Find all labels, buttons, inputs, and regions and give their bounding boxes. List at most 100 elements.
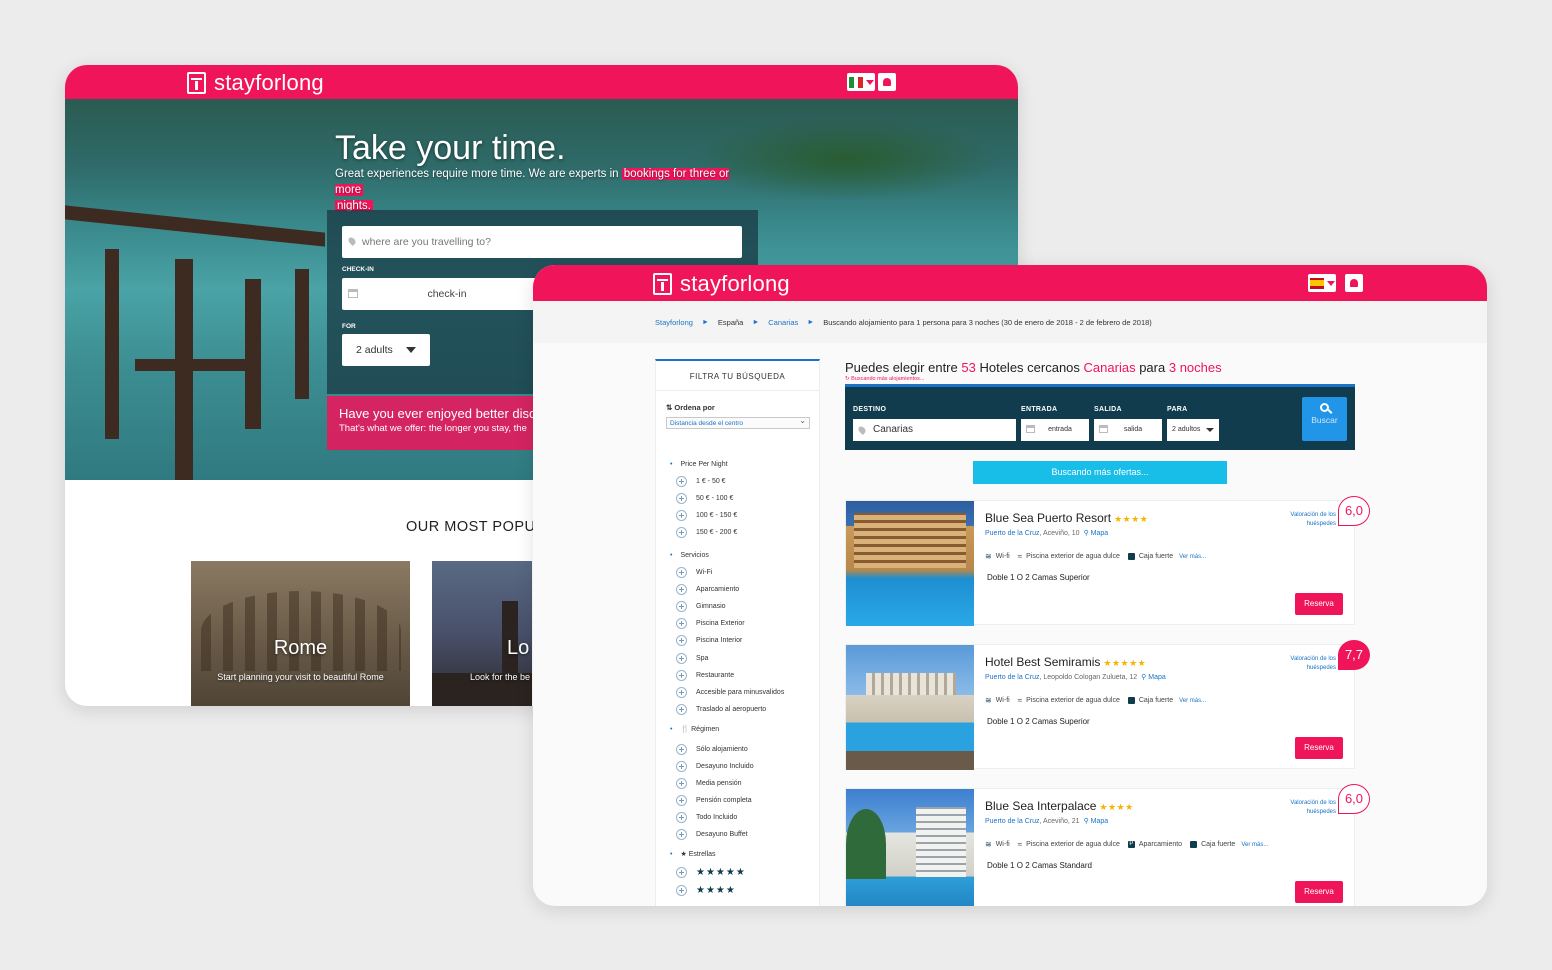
spain-flag-icon xyxy=(1310,277,1324,289)
add-circle-icon xyxy=(676,601,687,612)
filter-regime-option[interactable]: Desayuno Incluido xyxy=(676,761,754,772)
guests-select[interactable]: 2 adults xyxy=(342,334,430,366)
filter-regime-option[interactable]: Sólo alojamiento xyxy=(676,744,748,755)
sort-icon: ⇅ xyxy=(666,403,673,412)
top-navbar: stayforlong xyxy=(533,265,1487,301)
breadcrumb-region[interactable]: Canarias xyxy=(768,318,798,327)
filter-service-option[interactable]: Spa xyxy=(676,653,708,664)
palm-tree-image xyxy=(846,809,886,879)
location-pin-icon xyxy=(347,236,357,246)
filter-service-option[interactable]: Wi-Fi xyxy=(676,567,712,578)
hotel-photo[interactable] xyxy=(846,501,974,626)
filter-price-option[interactable]: 50 € - 100 € xyxy=(676,493,733,504)
add-circle-icon xyxy=(676,761,687,772)
reserve-button[interactable]: Reserva xyxy=(1295,737,1343,759)
logo-icon xyxy=(187,72,206,94)
add-circle-icon xyxy=(676,744,687,755)
map-pin-icon: ⚲ xyxy=(1141,674,1147,681)
hotel-name[interactable]: Blue Sea Interpalace ★★★★ xyxy=(985,799,1134,813)
city-card-rome[interactable]: Rome Start planning your visit to beauti… xyxy=(191,561,410,706)
hero-image-beam xyxy=(135,359,255,371)
filter-service-option[interactable]: Piscina Interior xyxy=(676,635,742,646)
filter-regime-option[interactable]: Pensión completa xyxy=(676,795,752,806)
hotel-card[interactable]: Blue Sea Interpalace ★★★★ Puerto de la Cr… xyxy=(845,784,1370,906)
see-more-link[interactable]: Ver más... xyxy=(1179,698,1206,704)
destination-label: DESTINO xyxy=(853,406,887,413)
language-selector[interactable] xyxy=(1308,274,1336,292)
room-type: Doble 1 O 2 Camas Superior xyxy=(987,573,1090,582)
logo-icon xyxy=(653,273,672,295)
destination-input[interactable]: where are you travelling to? xyxy=(342,226,742,258)
guests-label: PARA xyxy=(1167,406,1188,413)
filter-service-option[interactable]: Aparcamiento xyxy=(676,584,739,595)
hotel-building-image xyxy=(854,513,966,568)
breadcrumb-country[interactable]: España xyxy=(718,318,743,327)
filter-regime-option[interactable]: Media pensión xyxy=(676,778,742,789)
filter-regime-option[interactable]: Todo Incluido xyxy=(676,812,737,823)
filter-service-option[interactable]: Piscina Exterior xyxy=(676,618,745,629)
hotel-name[interactable]: Blue Sea Puerto Resort ★★★★ xyxy=(985,511,1148,525)
reserve-button[interactable]: Reserva xyxy=(1295,881,1343,903)
add-circle-icon xyxy=(676,829,687,840)
chevron-down-icon xyxy=(1327,280,1335,286)
stayforlong-logo[interactable]: stayforlong xyxy=(187,70,324,96)
hotel-photo[interactable] xyxy=(846,645,974,770)
hotel-photo[interactable] xyxy=(846,789,974,906)
services-section-title: Servicios xyxy=(670,552,708,559)
hotel-card[interactable]: Hotel Best Semiramis ★★★★★ Puerto de la C… xyxy=(845,640,1370,770)
stayforlong-logo[interactable]: stayforlong xyxy=(653,271,790,297)
filter-service-option[interactable]: Restaurante xyxy=(676,670,734,681)
checkout-label: SALIDA xyxy=(1094,406,1122,413)
breadcrumb-current: Buscando alojamiento para 1 persona para… xyxy=(823,317,1152,327)
hero-subtitle: Great experiences require more time. We … xyxy=(335,168,730,212)
guest-score-badge: 7,7 xyxy=(1338,640,1370,670)
user-account-button[interactable] xyxy=(1345,274,1363,292)
language-selector[interactable] xyxy=(847,73,875,91)
filter-price-option[interactable]: 1 € - 50 € xyxy=(676,476,726,487)
add-circle-icon xyxy=(676,527,687,538)
map-link[interactable]: ⚲ Mapa xyxy=(1084,818,1109,825)
calendar-icon xyxy=(348,289,358,298)
filter-stars-option[interactable]: ★★★★ xyxy=(676,885,736,896)
filter-price-option[interactable]: 150 € - 200 € xyxy=(676,527,737,538)
filter-price-option[interactable]: 100 € - 150 € xyxy=(676,510,737,521)
refresh-icon: ↻ xyxy=(845,376,850,382)
guest-rating-label: Valoración de los huéspedes xyxy=(1290,656,1336,671)
user-account-button[interactable] xyxy=(878,73,896,91)
wifi-icon: ≋ xyxy=(985,840,992,849)
city-card-london[interactable]: Lo Look for the be xyxy=(432,561,532,706)
see-more-link[interactable]: Ver más... xyxy=(1179,554,1206,560)
filter-service-option[interactable]: Accesible para minusvalidos xyxy=(676,687,784,698)
hotel-name[interactable]: Hotel Best Semiramis ★★★★★ xyxy=(985,655,1146,669)
hotel-amenities: ≋ Wi-fi ≈ Piscina exterior de agua dulce C… xyxy=(985,552,1207,561)
breadcrumb-arrow-icon: ► xyxy=(701,318,709,326)
breadcrumb: Stayforlong ► España ► Canarias ► Buscan… xyxy=(533,301,1487,343)
reserve-button[interactable]: Reserva xyxy=(1295,593,1343,615)
filter-service-option[interactable]: Traslado al aeropuerto xyxy=(676,704,766,715)
breadcrumb-home[interactable]: Stayforlong xyxy=(655,318,693,327)
caret-down-icon xyxy=(1206,428,1214,432)
calendar-icon xyxy=(1026,425,1035,433)
hotel-amenities: ≋ Wi-fi ≈ Piscina exterior de agua dulce P… xyxy=(985,840,1269,849)
safe-icon xyxy=(1127,553,1135,560)
map-link[interactable]: ⚲ Mapa xyxy=(1084,530,1109,537)
user-icon xyxy=(1350,279,1358,287)
map-link[interactable]: ⚲ Mapa xyxy=(1141,674,1166,681)
checkout-field[interactable]: salida xyxy=(1094,419,1162,441)
sort-select[interactable]: Distancia desde el centro xyxy=(666,415,810,429)
search-button[interactable]: Buscar xyxy=(1302,397,1347,441)
add-circle-icon xyxy=(676,476,687,487)
search-icon xyxy=(1320,403,1329,412)
guests-select[interactable]: 2 adultos xyxy=(1167,419,1219,441)
filter-service-option[interactable]: Gimnasio xyxy=(676,601,726,612)
filter-stars-option[interactable]: ★★★★★ xyxy=(676,867,746,878)
destination-input[interactable]: Canarias xyxy=(853,419,1016,441)
add-circle-icon xyxy=(676,493,687,504)
checkin-field[interactable]: entrada xyxy=(1021,419,1089,441)
hotel-address: Puerto de la Cruz, Leopoldo Cologan Zulu… xyxy=(985,674,1166,681)
hotel-card[interactable]: Blue Sea Puerto Resort ★★★★ Puerto de la … xyxy=(845,496,1370,626)
see-more-link[interactable]: Ver más... xyxy=(1241,842,1268,848)
add-circle-icon xyxy=(676,778,687,789)
filter-regime-option[interactable]: Desayuno Buffet xyxy=(676,829,748,840)
checkin-field[interactable]: check-in xyxy=(342,278,552,310)
